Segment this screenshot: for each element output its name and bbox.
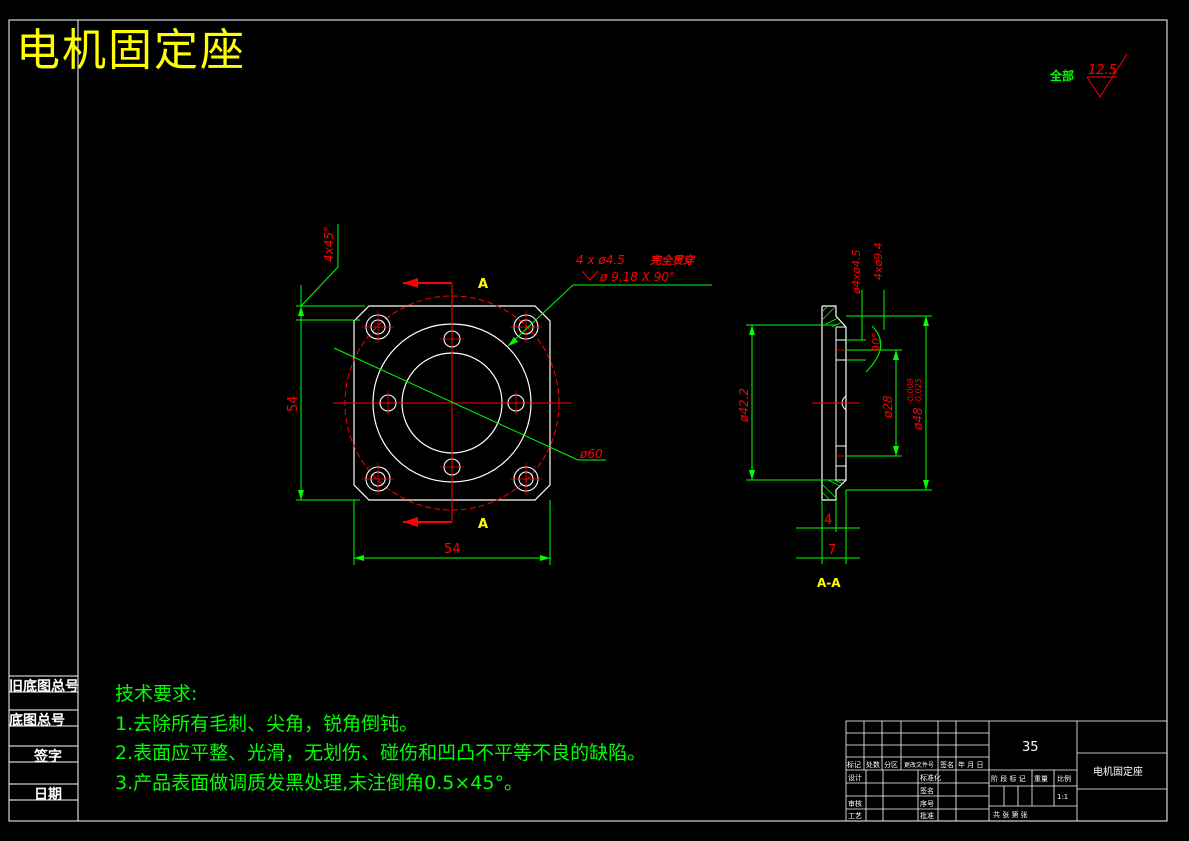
front-view: A A 54 54 4x45° ø60 4 x ø4.5 完全贯穿 ø 9.18… bbox=[286, 224, 712, 565]
tb-count: 处数 bbox=[866, 760, 880, 769]
tech-item-1: 1.去除所有毛刺、尖角，锐角倒钝。 bbox=[115, 713, 419, 735]
diameter-60-leader bbox=[333, 347, 606, 461]
section-view: ø42.2 ø48 -0.009 -0.025 ø28 ø4xø4.5 4xø9… bbox=[737, 242, 932, 590]
hole-note-leader bbox=[507, 284, 712, 347]
tb-zone: 分区 bbox=[884, 760, 898, 769]
chamfer-dim-text: 4x45° bbox=[322, 226, 336, 262]
tb-scale-value: 1:1 bbox=[1057, 793, 1068, 801]
tb-serial: 序号 bbox=[920, 799, 934, 808]
roughness-label: 全部 bbox=[1049, 68, 1074, 83]
section-mark-top: A bbox=[478, 277, 488, 292]
hole-dim-text-1: ø4xø4.5 bbox=[850, 250, 863, 295]
tb-approve: 批准 bbox=[920, 811, 934, 820]
hole-dim-text-2: 4xø9.4 bbox=[872, 242, 885, 280]
tb-mark: 标记 bbox=[847, 760, 861, 769]
section-arrow-top: A bbox=[403, 277, 488, 292]
side-label-date: 日期 bbox=[34, 787, 62, 803]
hole-note-text-1b: 完全贯穿 bbox=[650, 254, 696, 267]
tb-stage: 阶 段 标 记 bbox=[991, 774, 1026, 783]
tb-sheets: 共 张 第 张 bbox=[993, 810, 1028, 819]
side-label-signature: 签字 bbox=[34, 749, 62, 765]
tb-check: 审核 bbox=[848, 799, 862, 808]
tb-date: 年 月 日 bbox=[958, 760, 983, 769]
tech-heading: 技术要求: bbox=[115, 683, 198, 705]
dim-48-text: ø48 bbox=[911, 407, 925, 431]
dim-42-2-text: ø42.2 bbox=[737, 388, 751, 423]
height-dim-text: 54 bbox=[286, 395, 301, 412]
side-label-base-no: 底图总号 bbox=[9, 713, 65, 729]
tb-part-name: 电机固定座 bbox=[1093, 765, 1143, 778]
drawing-title: 电机固定座 bbox=[16, 25, 246, 76]
hole-note-text-1: 4 x ø4.5 bbox=[576, 253, 625, 267]
roughness-value: 12.5 bbox=[1088, 63, 1117, 78]
title-block-text: 标记 处数 分区 更改文件号 签名 年 月 日 设计 标准化 签名 审核 序号 … bbox=[847, 740, 1143, 820]
roughness-symbol: 全部 12.5 bbox=[1049, 53, 1128, 98]
tb-weight: 重量 bbox=[1034, 775, 1048, 783]
section-mark-bottom: A bbox=[478, 517, 488, 532]
tb-scale: 比例 bbox=[1057, 774, 1071, 783]
tb-standard: 标准化 bbox=[920, 773, 941, 782]
section-arrow-bottom: A bbox=[403, 517, 488, 532]
tech-item-3: 3.产品表面做调质发黑处理,未注倒角0.5×45°。 bbox=[115, 772, 523, 794]
hole-note-text-2: ø 9.18 X 90° bbox=[599, 270, 675, 284]
tb-part-no: 35 bbox=[1022, 740, 1039, 755]
angle-text: 90° bbox=[870, 333, 883, 353]
thickness-7-text: 7 bbox=[828, 543, 836, 558]
tb-sign: 签名 bbox=[940, 760, 954, 769]
diameter-60-text: ø60 bbox=[579, 447, 603, 461]
side-label-old-base-no: 旧底图总号 bbox=[9, 679, 79, 695]
dim-28-text: ø28 bbox=[881, 395, 895, 419]
section-label: A-A bbox=[817, 576, 841, 590]
tb-change: 更改文件号 bbox=[904, 761, 934, 769]
tb-design: 设计 bbox=[848, 773, 862, 782]
thickness-4-text: 4 bbox=[824, 513, 832, 528]
tb-sign2: 签名 bbox=[920, 786, 934, 795]
tb-process: 工艺 bbox=[848, 812, 862, 820]
dim-48-tol-lower: -0.025 bbox=[914, 378, 923, 404]
width-dim-text: 54 bbox=[444, 542, 461, 557]
tech-item-2: 2.表面应平整、光滑，无划伤、碰伤和凹凸不平等不良的缺陷。 bbox=[115, 742, 647, 764]
